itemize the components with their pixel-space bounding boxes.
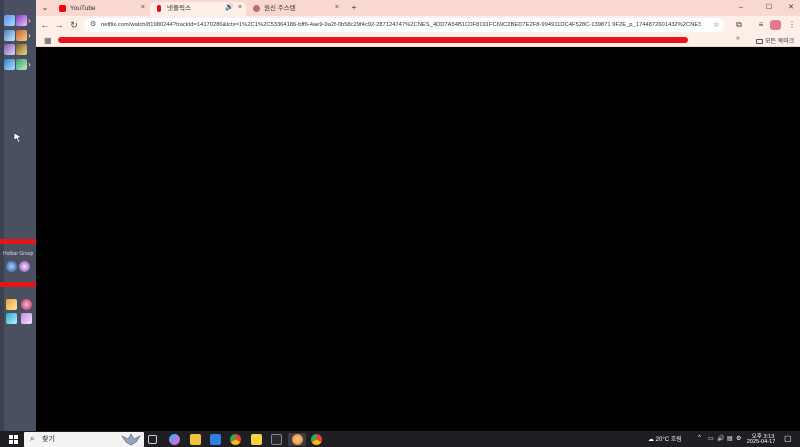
game-shortcut-icon[interactable] bbox=[21, 299, 32, 310]
reload-icon[interactable]: ↻ bbox=[68, 19, 80, 31]
close-icon[interactable]: × bbox=[335, 2, 339, 14]
apps-grid-icon[interactable]: ▦ bbox=[44, 36, 52, 45]
file-explorer-icon[interactable] bbox=[190, 434, 201, 445]
game-launcher-inner-icon bbox=[292, 434, 303, 445]
video-player-area[interactable] bbox=[36, 48, 800, 431]
tab-label: 원신 주스텐 bbox=[264, 5, 296, 12]
back-arrow-icon[interactable]: ← bbox=[39, 19, 51, 31]
hand-pointer-icon bbox=[13, 132, 22, 143]
windows-start-icon[interactable] bbox=[9, 435, 18, 444]
chevron-right-icon[interactable]: › bbox=[28, 31, 31, 41]
address-bar[interactable]: ⚙ netflix.com/watch/81980244?trackId=141… bbox=[84, 18, 724, 32]
screen: › › › Hotbar Group ⌄ YouTube × 넷플릭스 🔊 × … bbox=[0, 0, 800, 447]
maximize-button[interactable]: ☐ bbox=[762, 2, 776, 14]
game-shortcut-icon[interactable] bbox=[4, 30, 15, 41]
search-highlight-art-icon bbox=[121, 433, 141, 446]
chrome-icon[interactable] bbox=[230, 434, 241, 445]
window-close-button[interactable]: ✕ bbox=[784, 2, 798, 14]
close-icon[interactable]: × bbox=[141, 2, 145, 14]
copilot-icon[interactable] bbox=[169, 434, 180, 445]
browser-toolbar: ← → ↻ ⚙ netflix.com/watch/81980244?track… bbox=[36, 16, 800, 34]
game-shortcut-icon[interactable] bbox=[4, 15, 15, 26]
game-shortcut-icon[interactable] bbox=[4, 44, 15, 55]
genshin-icon bbox=[253, 5, 260, 12]
game-shortcut-icon[interactable] bbox=[6, 299, 17, 310]
menu-kebab-icon[interactable]: ⋮ bbox=[786, 19, 798, 31]
game-shortcut-icon[interactable] bbox=[16, 59, 27, 70]
clock-date[interactable]: 2025-04-17 bbox=[744, 439, 778, 445]
browser-tab-bar: ⌄ YouTube × 넷플릭스 🔊 × 원신 주스텐 × + – ☐ ✕ bbox=[36, 0, 800, 16]
bookmarks-bar: ▦ » 모든 북마크 bbox=[36, 34, 800, 47]
game-shortcut-icon[interactable] bbox=[16, 44, 27, 55]
sticky-notes-icon[interactable] bbox=[251, 434, 262, 445]
bookmarks-overflow-button[interactable]: » bbox=[736, 35, 740, 42]
game-shortcut-icon[interactable] bbox=[16, 30, 27, 41]
windows-taskbar: ⌕ 찾기 ☁ 20°C 흐림 ^ ▭ 🔊 ▤ ⚙ 오후 3:13 2025-04… bbox=[0, 431, 800, 447]
bookmark-star-icon[interactable]: ☆ bbox=[713, 18, 720, 32]
game-shortcut-icon[interactable] bbox=[4, 59, 15, 70]
all-bookmarks-label: 모든 북마크 bbox=[765, 39, 795, 45]
site-info-icon[interactable]: ⚙ bbox=[90, 20, 96, 30]
notification-icon[interactable]: ▢ bbox=[784, 434, 792, 443]
search-icon: ⌕ bbox=[30, 434, 35, 443]
chevron-right-icon[interactable]: › bbox=[28, 60, 31, 70]
app-p-icon[interactable] bbox=[271, 434, 282, 445]
address-url[interactable]: netflix.com/watch/81980244?trackId=14170… bbox=[101, 18, 701, 32]
tab-netflix[interactable]: 넷플릭스 🔊 × bbox=[150, 2, 246, 16]
extensions-icon[interactable]: ⧉ bbox=[733, 19, 745, 31]
close-icon[interactable]: × bbox=[238, 2, 242, 14]
chevron-up-icon[interactable]: ^ bbox=[698, 435, 701, 441]
keyboard-icon[interactable]: ▤ bbox=[727, 435, 733, 442]
media-controls-icon[interactable]: ≡ bbox=[755, 19, 767, 31]
taskbar-search-box[interactable]: ⌕ 찾기 bbox=[24, 432, 144, 447]
forward-arrow-icon[interactable]: → bbox=[53, 19, 65, 31]
tab-label: 넷플릭스 bbox=[167, 5, 191, 12]
game-shortcut-icon[interactable] bbox=[16, 15, 27, 26]
redaction-mark bbox=[58, 37, 688, 43]
profile-avatar[interactable] bbox=[770, 20, 781, 30]
minimize-button[interactable]: – bbox=[734, 2, 748, 14]
tab-search-button[interactable]: ⌄ bbox=[39, 2, 51, 14]
volume-icon[interactable]: 🔊 bbox=[717, 435, 724, 442]
desktop-shortcut-strip: › › › Hotbar Group bbox=[0, 0, 36, 431]
store-icon[interactable] bbox=[210, 434, 221, 445]
tab-genshin[interactable]: 원신 주스텐 × bbox=[247, 2, 343, 16]
weather-widget[interactable]: ☁ 20°C 흐림 bbox=[648, 434, 682, 443]
netflix-icon bbox=[157, 5, 161, 12]
folder-icon bbox=[756, 39, 763, 44]
game-shortcut-icon[interactable] bbox=[6, 313, 17, 324]
game-shortcut-icon[interactable] bbox=[21, 313, 32, 324]
youtube-icon bbox=[59, 5, 66, 12]
weather-text: 20°C 흐림 bbox=[655, 437, 682, 443]
tab-youtube[interactable]: YouTube × bbox=[53, 2, 149, 16]
chevron-right-icon[interactable]: › bbox=[28, 16, 31, 26]
all-bookmarks-button[interactable]: 모든 북마크 bbox=[756, 36, 794, 45]
new-tab-button[interactable]: + bbox=[348, 2, 360, 14]
settings-icon[interactable]: ⚙ bbox=[736, 435, 741, 442]
cloud-icon: ☁ bbox=[648, 437, 654, 443]
search-placeholder: 찾기 bbox=[42, 436, 55, 443]
speaker-icon[interactable]: 🔊 bbox=[225, 2, 234, 14]
battery-icon[interactable]: ▭ bbox=[708, 435, 714, 442]
tab-label: YouTube bbox=[70, 5, 96, 12]
task-view-icon[interactable] bbox=[148, 435, 157, 444]
chrome-icon[interactable] bbox=[311, 434, 322, 445]
